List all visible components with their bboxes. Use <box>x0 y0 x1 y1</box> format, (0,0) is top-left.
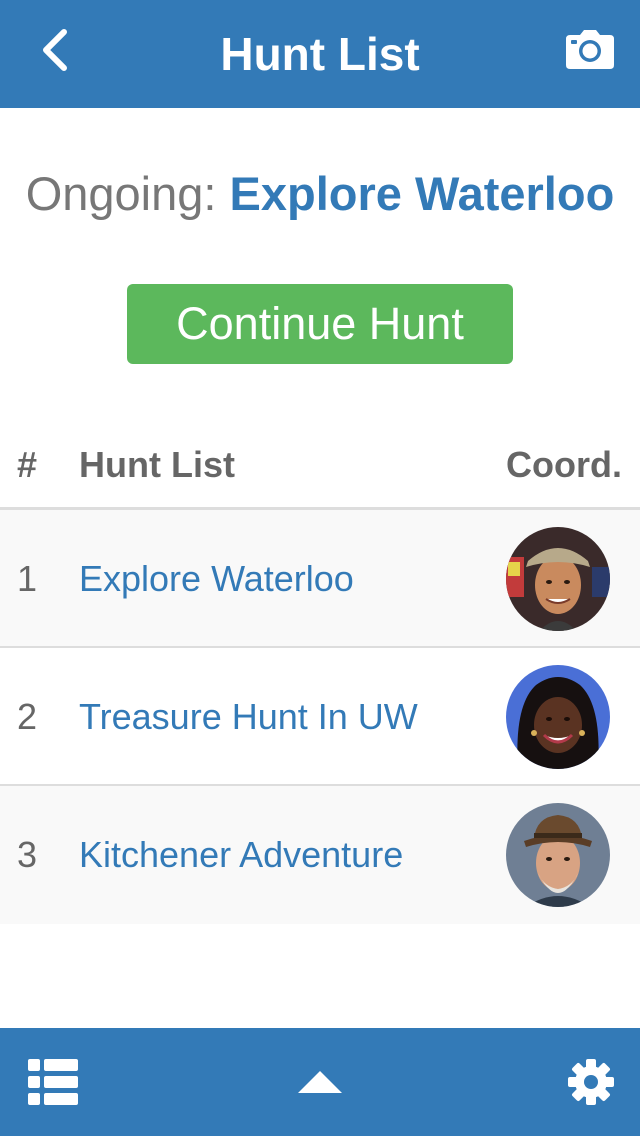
page-title: Hunt List <box>220 28 420 80</box>
ongoing-label: Ongoing: <box>25 167 217 220</box>
row-number: 3 <box>17 834 38 875</box>
top-nav-bar: Hunt List <box>0 0 640 108</box>
tab-expand[interactable] <box>275 1028 365 1136</box>
camera-icon <box>566 30 614 69</box>
hunt-name-link[interactable]: Treasure Hunt In UW <box>79 648 418 786</box>
row-number: 2 <box>17 696 38 737</box>
hunt-table: # Hunt List Coord. 1 Explore Waterloo 2 … <box>0 430 640 924</box>
row-number: 1 <box>17 558 38 599</box>
coordinator-avatar <box>506 527 610 631</box>
tab-list[interactable] <box>8 1028 98 1136</box>
coordinator-avatar <box>506 665 610 769</box>
camera-button[interactable] <box>562 24 618 74</box>
gear-icon <box>568 1059 614 1105</box>
list-icon <box>28 1059 78 1105</box>
ongoing-hunt-name[interactable]: Explore Waterloo <box>230 167 615 220</box>
continue-hunt-button[interactable]: Continue Hunt <box>127 284 513 364</box>
caret-up-icon <box>298 1071 342 1093</box>
table-row[interactable]: 3 Kitchener Adventure <box>0 786 640 924</box>
hunt-name-link[interactable]: Kitchener Adventure <box>79 786 403 924</box>
column-header-coordinator: Coord. <box>506 444 622 485</box>
ongoing-hunt: Ongoing: Explore Waterloo <box>0 165 640 223</box>
bottom-tab-bar <box>0 1028 640 1136</box>
table-header: # Hunt List Coord. <box>0 430 640 510</box>
table-row[interactable]: 1 Explore Waterloo <box>0 510 640 648</box>
app-screen: Hunt List Ongoing: Explore Waterloo Cont… <box>0 0 640 1136</box>
column-header-number: # <box>17 444 38 485</box>
coordinator-avatar <box>506 803 610 907</box>
column-header-hunt-list: Hunt List <box>79 444 235 485</box>
table-row[interactable]: 2 Treasure Hunt In UW <box>0 648 640 786</box>
tab-settings[interactable] <box>546 1028 636 1136</box>
hunt-name-link[interactable]: Explore Waterloo <box>79 510 354 648</box>
